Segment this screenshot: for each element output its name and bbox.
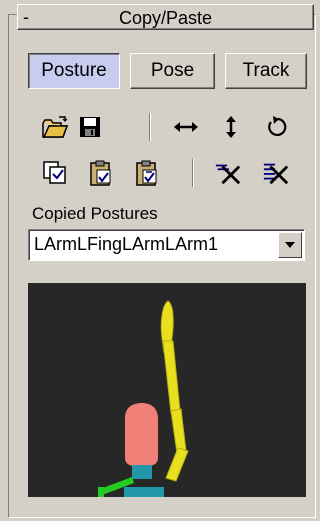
biped-figure xyxy=(98,300,189,497)
rollout-title: Copy/Paste xyxy=(118,8,213,28)
copied-postures-dropdown[interactable]: LArmLFingLArmLArm1 xyxy=(28,229,305,261)
toolbar-separator xyxy=(149,113,151,141)
upper-arm-bone xyxy=(170,408,187,454)
copy-posture-icon[interactable] xyxy=(41,159,69,187)
copied-postures-label: Copied Postures xyxy=(32,204,158,223)
pose-button[interactable]: Pose xyxy=(130,53,215,89)
paste-posture-icon[interactable] xyxy=(87,159,115,187)
posture-button[interactable]: Posture xyxy=(28,53,120,89)
mirror-vertical-icon[interactable] xyxy=(217,113,245,141)
posture-preview-viewport[interactable] xyxy=(28,283,306,497)
rotate-icon[interactable] xyxy=(263,113,291,141)
save-disk-icon[interactable] xyxy=(76,113,104,141)
mirror-horizontal-icon[interactable] xyxy=(172,113,200,141)
paste-opposite-icon[interactable] xyxy=(133,159,161,187)
chevron-down-icon xyxy=(284,236,296,254)
pelvis-bone xyxy=(124,487,164,497)
delete-all-icon[interactable] xyxy=(262,159,290,187)
track-button[interactable]: Track xyxy=(225,53,307,89)
head-bone xyxy=(125,403,158,467)
open-folder-icon[interactable] xyxy=(41,113,69,141)
neck-bone xyxy=(132,465,152,479)
forearm-bone xyxy=(162,340,181,414)
rollout-header[interactable]: - Copy/Paste xyxy=(17,4,314,30)
toolbar-separator xyxy=(192,159,194,187)
clavicle-bone xyxy=(165,447,189,482)
dropdown-button[interactable] xyxy=(278,232,302,258)
calf-bone xyxy=(98,487,104,497)
dropdown-value: LArmLFingLArmLArm1 xyxy=(34,234,219,254)
delete-selected-icon[interactable] xyxy=(214,159,242,187)
